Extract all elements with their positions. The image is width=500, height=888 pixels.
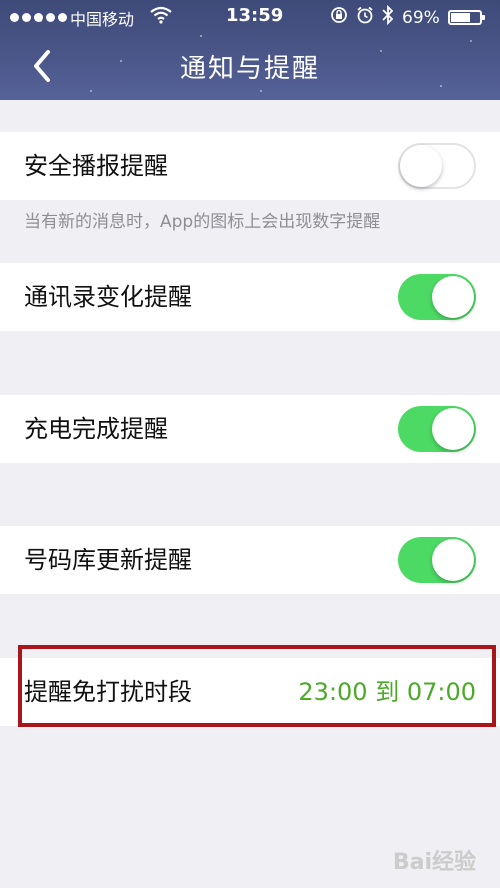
setting-label: 安全播报提醒 [24,152,168,180]
signal-strength-icon [10,13,67,22]
toggle-knob [432,408,474,450]
setting-label: 充电完成提醒 [24,415,168,443]
carrier-name: 中国移动 [70,10,135,29]
setting-label: 号码库更新提醒 [24,546,192,574]
setting-row-charging-complete: 充电完成提醒 [0,395,500,463]
bluetooth-icon [382,4,394,30]
header: 中国移动 13:59 69% 通知与提醒 [0,0,500,100]
setting-row-contacts-change: 通讯录变化提醒 [0,263,500,331]
hint-text: 当有新的消息时，App的图标上会出现数字提醒 [24,212,381,232]
watermark-logo: Bai经验 [392,850,476,875]
contacts-change-toggle[interactable] [398,274,476,320]
page-title: 通知与提醒 [179,54,320,84]
battery-icon [447,10,485,25]
setting-label: 通讯录变化提醒 [24,283,192,311]
setting-row-number-db-update: 号码库更新提醒 [0,526,500,594]
toggle-knob [400,145,442,187]
wifi-icon [150,6,172,29]
battery-percentage: 69% [402,7,440,28]
setting-row-security-broadcast: 安全播报提醒 [0,132,500,200]
toggle-knob [432,539,474,581]
highlight-annotation [18,645,496,727]
status-bar: 中国移动 13:59 69% [0,0,500,34]
security-broadcast-toggle[interactable] [398,143,476,189]
number-db-update-toggle[interactable] [398,537,476,583]
alarm-icon [356,6,374,29]
charging-complete-toggle[interactable] [398,406,476,452]
status-time: 13:59 [226,5,284,26]
toggle-knob [432,276,474,318]
orientation-lock-icon [330,6,348,29]
